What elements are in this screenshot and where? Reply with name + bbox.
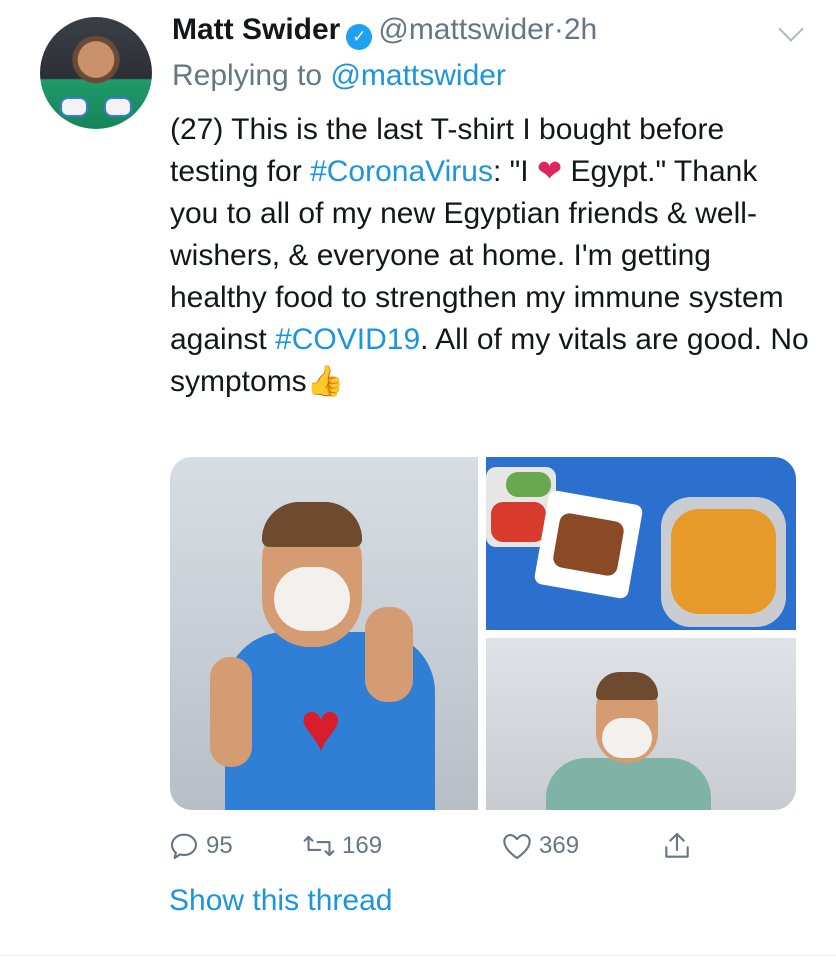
tweet-actions: 95 169 369	[168, 826, 708, 866]
tweet-timestamp[interactable]: 2h	[564, 13, 597, 46]
show-thread-link[interactable]: Show this thread	[169, 881, 392, 921]
reply-count: 95	[206, 832, 233, 859]
photo-arm-left	[210, 657, 252, 767]
tweet-divider	[0, 955, 836, 956]
retweet-icon	[302, 831, 336, 861]
hashtag-covid19[interactable]: #COVID19	[275, 323, 420, 356]
photo-selfie-thumbs-up[interactable]: ♥	[170, 457, 478, 810]
verified-badge-icon: ✓	[346, 24, 373, 50]
photo-selfie-peace-sign[interactable]	[486, 638, 796, 810]
reply-icon	[168, 830, 200, 862]
photo-pasta	[671, 509, 776, 614]
photo-body-shape	[546, 758, 711, 810]
photo-arm-right	[365, 607, 413, 702]
photo-hair-top	[262, 502, 362, 547]
photo-shirt-heart: ♥	[300, 688, 342, 766]
tweet-media-grid: ♥	[170, 457, 796, 810]
replying-to-handle[interactable]: @mattswider	[330, 59, 506, 92]
heart-icon	[501, 831, 533, 861]
retweet-button[interactable]: 169	[302, 826, 382, 866]
reply-button[interactable]: 95	[168, 826, 233, 866]
thumbs-up-emoji: 👍	[306, 365, 345, 398]
share-button[interactable]	[662, 826, 692, 866]
tweet-header: Matt Swider ✓ @mattswider·2h	[172, 10, 597, 50]
chevron-down-icon[interactable]	[778, 16, 804, 42]
author-name[interactable]: Matt Swider	[172, 13, 340, 46]
photo-meat	[551, 511, 626, 578]
photo-hair-shape	[596, 672, 658, 700]
photo-mask-shape	[274, 567, 350, 631]
retweet-count: 169	[342, 832, 383, 859]
author-avatar[interactable]	[40, 17, 152, 129]
photo-tomatoes	[491, 502, 546, 542]
replying-to-line: Replying to @mattswider	[172, 56, 506, 96]
author-handle[interactable]: @mattswider	[378, 13, 554, 46]
hashtag-coronavirus[interactable]: #CoronaVirus	[310, 155, 493, 188]
share-icon	[662, 830, 692, 862]
avatar-headphone-right	[104, 97, 132, 117]
replying-to-label: Replying to	[172, 59, 323, 92]
photo-mask-shape	[602, 718, 652, 758]
photo-cucumbers	[506, 472, 551, 497]
like-button[interactable]: 369	[501, 826, 579, 866]
tweet-text-part-2: : "I	[492, 155, 537, 188]
header-separator: ·	[553, 13, 564, 46]
like-count: 369	[539, 832, 580, 859]
avatar-headphone-left	[60, 97, 88, 117]
tweet-text: (27) This is the last T-shirt I bought b…	[170, 109, 810, 403]
red-heart-emoji: ❤	[536, 155, 563, 188]
photo-food-tray[interactable]	[486, 457, 796, 630]
